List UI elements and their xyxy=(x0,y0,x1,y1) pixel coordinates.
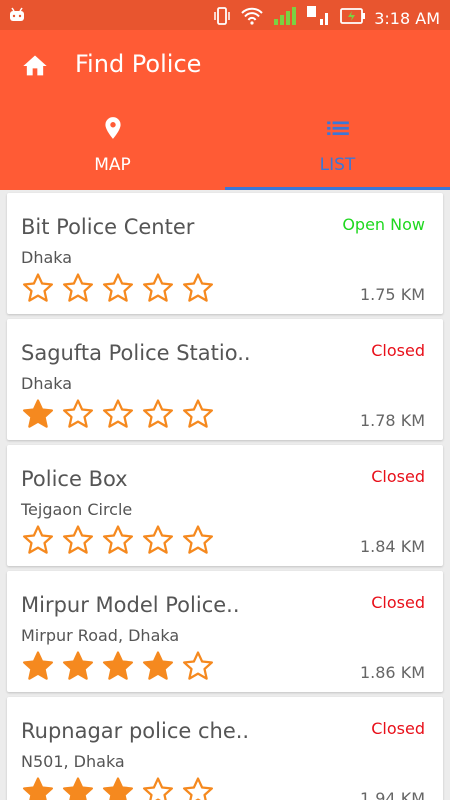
star-outline-icon xyxy=(182,399,214,428)
star-rating xyxy=(21,523,215,557)
signal-icon xyxy=(272,5,298,31)
star-rating xyxy=(21,397,215,431)
tab-list-label: LIST xyxy=(319,155,356,175)
station-address: Dhaka xyxy=(21,374,73,393)
location-pin-icon xyxy=(100,114,126,142)
star-outline-icon xyxy=(142,525,174,554)
android-icon xyxy=(8,6,26,28)
star-filled-icon xyxy=(62,777,94,800)
station-card[interactable]: Rupnagar police che.. Closed N501, Dhaka… xyxy=(7,697,443,800)
star-rating xyxy=(21,271,215,305)
signal-2-icon xyxy=(306,5,332,31)
tab-bar: MAP LIST xyxy=(0,102,450,190)
station-name: Mirpur Model Police.. xyxy=(21,593,240,617)
station-distance: 1.84 KM xyxy=(359,537,425,556)
star-outline-icon xyxy=(62,399,94,428)
list-icon xyxy=(325,114,351,142)
star-filled-icon xyxy=(22,777,54,800)
battery-charging-icon xyxy=(340,7,366,29)
star-filled-icon xyxy=(142,651,174,680)
station-distance: 1.86 KM xyxy=(359,663,425,682)
star-outline-icon xyxy=(102,273,134,302)
police-station-list: Bit Police Center Open Now Dhaka 1.75 KM… xyxy=(0,190,450,800)
star-filled-icon xyxy=(62,651,94,680)
station-card[interactable]: Sagufta Police Statio.. Closed Dhaka 1.7… xyxy=(7,319,443,440)
star-rating xyxy=(21,649,215,683)
station-name: Rupnagar police che.. xyxy=(21,719,250,743)
station-card[interactable]: Police Box Closed Tejgaon Circle 1.84 KM xyxy=(7,445,443,566)
station-card[interactable]: Bit Police Center Open Now Dhaka 1.75 KM xyxy=(7,193,443,314)
star-outline-icon xyxy=(182,525,214,554)
closed-status: Closed xyxy=(371,467,425,486)
station-distance: 1.94 KM xyxy=(359,789,425,800)
star-filled-icon xyxy=(22,399,54,428)
clock-text: 3:18 AM xyxy=(374,8,440,28)
open-status: Open Now xyxy=(342,215,425,234)
tab-map[interactable]: MAP xyxy=(0,102,225,190)
tab-map-label: MAP xyxy=(94,155,131,175)
tab-list[interactable]: LIST xyxy=(225,102,450,190)
star-outline-icon xyxy=(62,273,94,302)
star-filled-icon xyxy=(102,777,134,800)
station-address: Tejgaon Circle xyxy=(21,500,133,519)
station-distance: 1.75 KM xyxy=(359,285,425,304)
page-title: Find Police xyxy=(75,50,202,78)
star-outline-icon xyxy=(22,525,54,554)
station-card[interactable]: Mirpur Model Police.. Closed Mirpur Road… xyxy=(7,571,443,692)
star-filled-icon xyxy=(22,651,54,680)
station-address: Dhaka xyxy=(21,248,73,267)
star-outline-icon xyxy=(102,525,134,554)
home-icon[interactable] xyxy=(21,52,49,80)
app-bar: Find Police xyxy=(0,30,450,102)
star-outline-icon xyxy=(142,399,174,428)
station-address: N501, Dhaka xyxy=(21,752,125,771)
star-outline-icon xyxy=(22,273,54,302)
status-bar: 3:18 AM xyxy=(0,0,450,30)
station-distance: 1.78 KM xyxy=(359,411,425,430)
star-outline-icon xyxy=(142,777,174,800)
star-filled-icon xyxy=(102,651,134,680)
star-outline-icon xyxy=(102,399,134,428)
vibrate-icon xyxy=(212,6,232,30)
station-address: Mirpur Road, Dhaka xyxy=(21,626,180,645)
star-outline-icon xyxy=(142,273,174,302)
closed-status: Closed xyxy=(371,341,425,360)
star-outline-icon xyxy=(182,273,214,302)
star-outline-icon xyxy=(182,777,214,800)
station-name: Sagufta Police Statio.. xyxy=(21,341,251,365)
star-outline-icon xyxy=(62,525,94,554)
star-rating xyxy=(21,775,215,800)
closed-status: Closed xyxy=(371,593,425,612)
closed-status: Closed xyxy=(371,719,425,738)
station-name: Police Box xyxy=(21,467,128,491)
wifi-icon xyxy=(240,6,264,30)
station-name: Bit Police Center xyxy=(21,215,195,239)
star-outline-icon xyxy=(182,651,214,680)
